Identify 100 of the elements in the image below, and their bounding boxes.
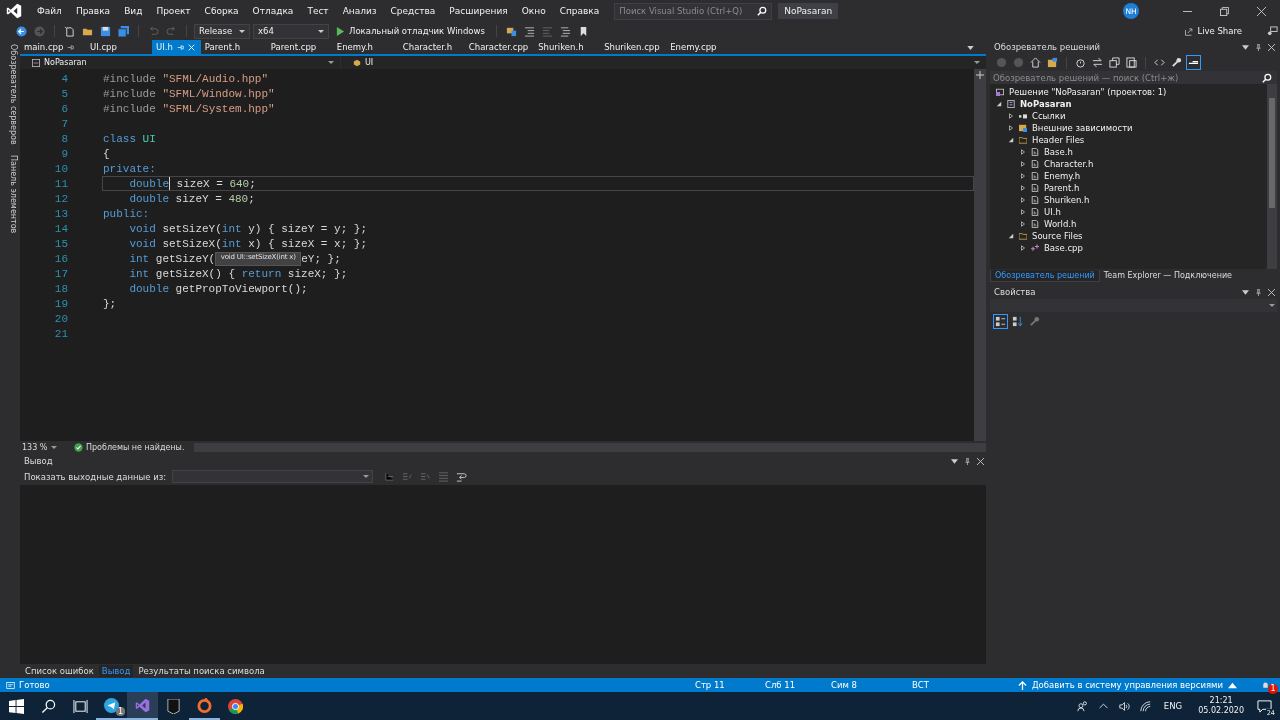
collapsed-arrow-icon[interactable] bbox=[1020, 161, 1026, 167]
project-dropdown[interactable]: NoPasaran bbox=[20, 56, 340, 69]
close-icon[interactable] bbox=[1257, 6, 1266, 16]
dropdown-icon[interactable] bbox=[951, 457, 958, 465]
tree-item[interactable]: Character.h bbox=[1044, 159, 1094, 169]
tree-item[interactable]: Header Files bbox=[1032, 135, 1085, 145]
tree-item[interactable]: Enemy.h bbox=[1044, 171, 1081, 181]
find-icon[interactable] bbox=[384, 471, 396, 482]
menu-item[interactable]: Правка bbox=[68, 6, 118, 16]
tree-item[interactable]: NoPasaran bbox=[1020, 99, 1072, 109]
source-control-button[interactable]: Добавить в систему управления версиями bbox=[1011, 679, 1243, 691]
panel-tab[interactable]: Team Explorer — Подключение bbox=[1099, 270, 1237, 281]
tree-item[interactable]: Parent.h bbox=[1044, 183, 1080, 193]
menu-item[interactable]: Расширения bbox=[442, 6, 515, 16]
collapsed-arrow-icon[interactable] bbox=[1020, 185, 1026, 191]
run-button[interactable]: Локальный отладчик Windows bbox=[332, 26, 489, 36]
expanded-arrow-icon[interactable] bbox=[996, 101, 1002, 107]
solution-search-field[interactable]: Обозреватель решений — поиск (Ctrl+ж) bbox=[990, 71, 1277, 84]
tree-item[interactable]: World.h bbox=[1044, 219, 1077, 229]
wrench-icon[interactable] bbox=[1171, 57, 1182, 68]
pin-icon[interactable] bbox=[1255, 43, 1262, 51]
panel-tab[interactable]: Список ошибок bbox=[22, 665, 97, 677]
indent-icon[interactable] bbox=[523, 25, 535, 37]
menu-item[interactable]: Тест bbox=[300, 6, 336, 16]
switch-views-icon[interactable] bbox=[1047, 57, 1058, 68]
save-all-icon[interactable] bbox=[118, 25, 129, 37]
vertical-scrollbar[interactable] bbox=[974, 69, 986, 441]
code-icon[interactable] bbox=[1154, 57, 1165, 68]
tree-item[interactable]: Base.h bbox=[1044, 147, 1073, 157]
file-tab[interactable]: main.cpp bbox=[20, 40, 86, 54]
categorized-icon[interactable] bbox=[995, 315, 1006, 327]
clock[interactable]: 21:21 05.02.2020 bbox=[1198, 696, 1244, 716]
new-project-icon[interactable] bbox=[64, 25, 75, 37]
tree-item[interactable]: Base.cpp bbox=[1044, 243, 1083, 253]
collapsed-arrow-icon[interactable] bbox=[1020, 221, 1026, 227]
menu-item[interactable]: Сборка bbox=[197, 6, 246, 16]
collapsed-arrow-icon[interactable] bbox=[1008, 125, 1014, 131]
tab-list-icon[interactable] bbox=[967, 46, 974, 50]
word-wrap-icon[interactable] bbox=[456, 471, 468, 482]
collapsed-arrow-icon[interactable] bbox=[1020, 209, 1026, 215]
bell-icon[interactable] bbox=[1261, 680, 1270, 690]
side-tab[interactable]: Панель элементов bbox=[0, 154, 18, 233]
preview-icon[interactable] bbox=[1188, 57, 1199, 68]
tree-item[interactable]: Ссылки bbox=[1032, 111, 1066, 121]
menu-item[interactable]: Отладка bbox=[245, 6, 301, 16]
search-field[interactable]: Поиск Visual Studio (Ctrl+Q) bbox=[614, 2, 773, 20]
home-icon[interactable] bbox=[1030, 57, 1041, 68]
wifi-icon[interactable] bbox=[1139, 700, 1151, 712]
save-icon[interactable] bbox=[100, 25, 111, 37]
zoom-dropdown[interactable]: 133 % bbox=[20, 443, 62, 452]
menu-item[interactable]: Вид bbox=[117, 6, 150, 16]
restore-icon[interactable] bbox=[1220, 6, 1229, 16]
collapsed-arrow-icon[interactable] bbox=[1020, 173, 1026, 179]
file-tab[interactable]: Shuriken.cpp bbox=[600, 40, 667, 54]
show-all-files-icon[interactable] bbox=[1126, 57, 1137, 68]
taskbar-app[interactable] bbox=[127, 692, 158, 720]
dropdown-icon[interactable] bbox=[1242, 43, 1249, 51]
menu-item[interactable]: Анализ bbox=[335, 6, 384, 16]
panel-tab[interactable]: Результаты поиска символа bbox=[135, 665, 268, 677]
menu-item[interactable]: Файл bbox=[30, 6, 69, 16]
windows-logo-icon[interactable] bbox=[8, 698, 24, 714]
panel-tab[interactable]: Обозреватель решений bbox=[990, 269, 1100, 282]
menu-item[interactable]: Окно bbox=[514, 6, 553, 16]
file-tab[interactable]: Parent.h bbox=[200, 40, 267, 54]
file-tab[interactable]: Enemy.cpp bbox=[666, 40, 733, 54]
dropdown-icon[interactable] bbox=[1242, 288, 1249, 296]
tree-item[interactable]: Решение "NoPasaran" (проектов: 1) bbox=[1009, 87, 1167, 97]
volume-icon[interactable] bbox=[1118, 700, 1130, 712]
menu-item[interactable]: Справка bbox=[552, 6, 607, 16]
scope-dropdown[interactable]: UI bbox=[341, 56, 986, 69]
close-icon[interactable] bbox=[977, 457, 984, 465]
browse-icon[interactable] bbox=[505, 25, 517, 37]
tree-item[interactable]: Shuriken.h bbox=[1044, 195, 1090, 205]
file-tab[interactable]: UI.cpp bbox=[86, 40, 152, 54]
search-icon[interactable] bbox=[40, 698, 56, 714]
comment-icon[interactable] bbox=[559, 25, 571, 37]
file-tab[interactable]: Parent.cpp bbox=[266, 40, 333, 54]
live-share-button[interactable]: Live Share bbox=[1178, 25, 1248, 37]
platform-dropdown[interactable]: x64 bbox=[253, 23, 329, 39]
file-tab[interactable]: Character.h bbox=[398, 40, 465, 54]
tree-item[interactable]: Source Files bbox=[1032, 231, 1083, 241]
side-tab[interactable]: Обозреватель серверов bbox=[0, 44, 18, 145]
close-icon[interactable] bbox=[1268, 288, 1275, 296]
expanded-arrow-icon[interactable] bbox=[1008, 233, 1014, 239]
collapsed-arrow-icon[interactable] bbox=[1020, 245, 1026, 251]
pin-icon[interactable] bbox=[964, 457, 971, 465]
collapse-all-icon[interactable] bbox=[1109, 57, 1120, 68]
menu-item[interactable]: Средства bbox=[383, 6, 443, 16]
tree-item[interactable]: Внешние зависимости bbox=[1032, 123, 1133, 133]
close-icon[interactable] bbox=[1268, 43, 1275, 51]
file-tab[interactable]: Shuriken.h bbox=[534, 40, 601, 54]
pin-icon[interactable] bbox=[67, 43, 75, 51]
back-icon[interactable] bbox=[16, 25, 27, 37]
file-tab[interactable]: Enemy.h bbox=[332, 40, 399, 54]
expanded-arrow-icon[interactable] bbox=[1008, 137, 1014, 143]
sync-icon[interactable] bbox=[1092, 57, 1103, 68]
language-indicator[interactable]: ENG bbox=[1163, 701, 1183, 711]
problems-status[interactable]: Проблемы не найдены. bbox=[86, 443, 194, 452]
configuration-dropdown[interactable]: Release bbox=[194, 23, 250, 39]
collapsed-arrow-icon[interactable] bbox=[1020, 149, 1026, 155]
